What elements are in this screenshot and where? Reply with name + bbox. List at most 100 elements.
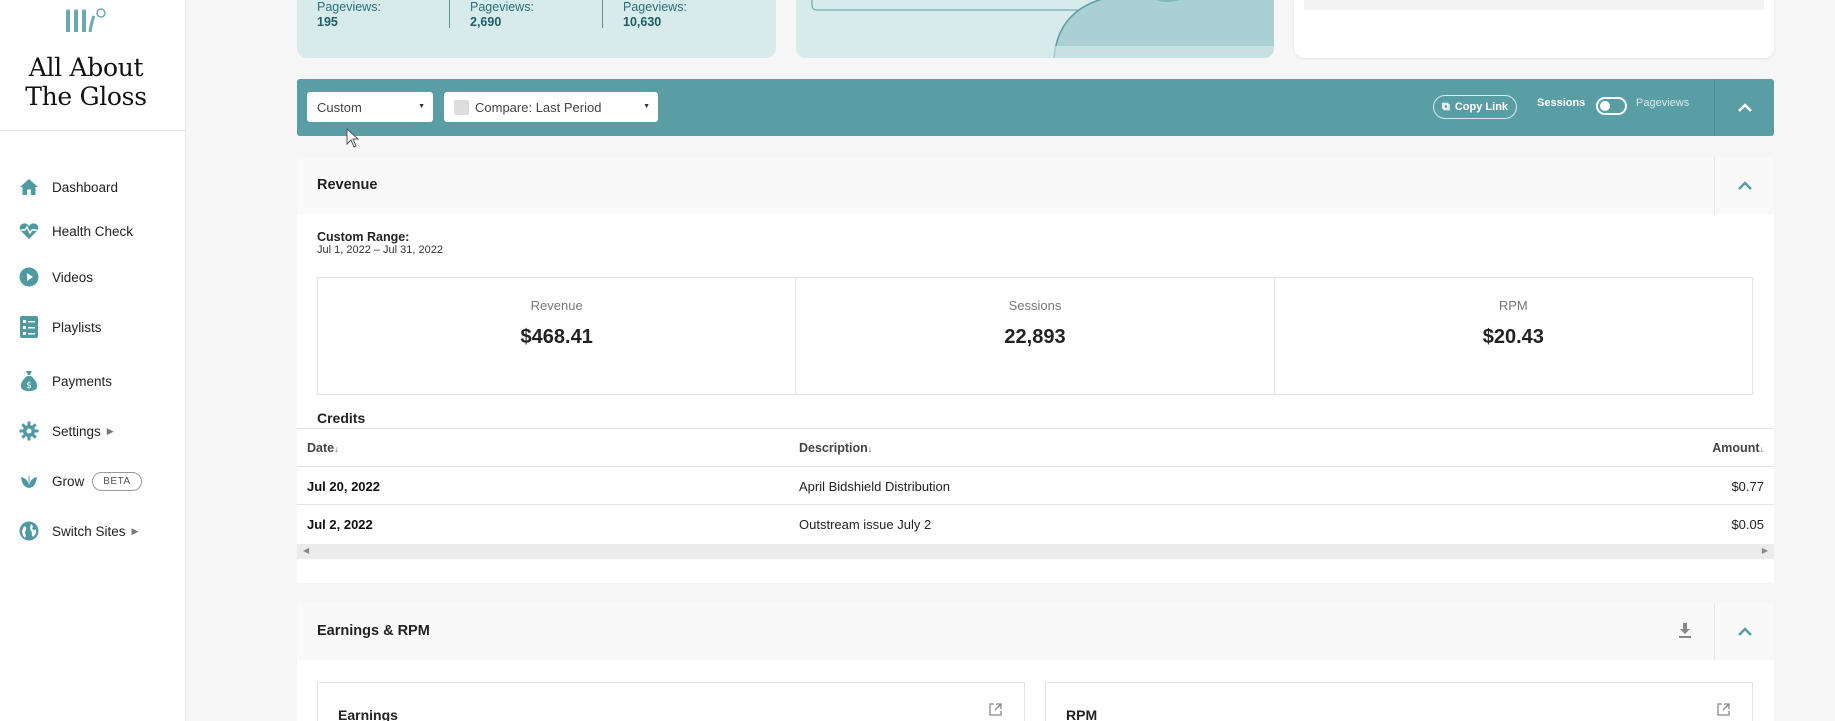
dropdown-arrow-icon: ▼ [643, 103, 650, 110]
cell-date: Jul 2, 2022 [307, 517, 373, 532]
table-row: Jul 2, 2022 Outstream issue July 2 $0.05 [297, 504, 1774, 542]
beta-badge: BETA [92, 471, 142, 491]
list-icon [18, 316, 40, 338]
column-header-amount[interactable]: Amount↓ [1712, 441, 1764, 455]
stat-value: 2,690 [470, 15, 502, 29]
caret-right-icon: ▶ [131, 525, 139, 536]
metric-value: 22,893 [1004, 326, 1066, 348]
card [1294, 0, 1774, 58]
logo-icon [66, 8, 106, 33]
horizontal-scrollbar[interactable]: ◀ ▶ [297, 544, 1774, 559]
caret-right-icon: ▶ [106, 425, 114, 436]
metric-value: $468.41 [520, 326, 593, 348]
metric-sessions: Sessions 22,893 [796, 278, 1275, 394]
compare-checkbox[interactable] [454, 99, 469, 115]
sidebar-item-payments[interactable]: $ Payments [18, 368, 112, 394]
sidebar-item-label: Playlists [52, 319, 102, 335]
cell-amount: $0.77 [1731, 479, 1764, 494]
sidebar-item-label: Settings [52, 423, 101, 439]
sessions-pageviews-toggle[interactable] [1596, 97, 1627, 115]
range-label: Custom Range: [317, 230, 410, 244]
metric-label: Revenue [530, 298, 583, 313]
download-icon[interactable] [1678, 623, 1692, 644]
column-header-description[interactable]: Description↓ [799, 441, 872, 455]
external-link-icon[interactable] [1717, 703, 1730, 721]
column-header-label: Amount [1712, 441, 1760, 455]
rpm-card: RPM [1045, 682, 1753, 721]
scroll-right-icon[interactable]: ▶ [1762, 546, 1768, 555]
mouse-cursor-icon [346, 128, 360, 148]
sidebar-item-label: Videos [52, 269, 94, 285]
stat-label: Pageviews: [623, 0, 687, 14]
sidebar-item-settings[interactable]: Settings ▶ [18, 418, 114, 444]
metric-value: $20.43 [1482, 326, 1544, 348]
select-value: Custom [317, 99, 362, 115]
sidebar-item-grow[interactable]: Grow BETA [18, 468, 142, 494]
compare-select[interactable]: Compare: Last Period ▼ [444, 92, 658, 122]
svg-text:$: $ [26, 381, 32, 391]
table-header-row: Date↓ Description↓ Amount↓ [297, 428, 1774, 466]
metric-revenue: Revenue $468.41 [318, 278, 797, 394]
credits-title: Credits [317, 410, 366, 426]
leaf-icon [18, 470, 40, 492]
toggle-label-sessions: Sessions [1537, 97, 1586, 109]
stat-value: 10,630 [623, 15, 662, 29]
cell-date: Jul 20, 2022 [307, 479, 380, 494]
heart-pulse-icon [18, 220, 40, 242]
sidebar-divider [0, 130, 186, 131]
sidebar-item-dashboard[interactable]: Dashboard [18, 174, 118, 200]
sidebar-item-playlists[interactable]: Playlists [18, 314, 102, 340]
collapse-toolbar-button[interactable] [1715, 79, 1774, 136]
sidebar-item-label: Health Check [52, 223, 134, 239]
column-header-date[interactable]: Date↓ [307, 441, 339, 455]
revenue-panel: Revenue Custom Range: Jul 1, 2022 – Jul … [297, 157, 1774, 583]
chart-card [796, 0, 1274, 58]
collapse-revenue-button[interactable] [1715, 157, 1774, 214]
earnings-card: Earnings [317, 682, 1025, 721]
play-circle-icon [18, 266, 40, 288]
card-placeholder [1304, 0, 1764, 10]
chevron-up-icon [1737, 180, 1752, 190]
range-value: Jul 1, 2022 – Jul 31, 2022 [317, 244, 443, 256]
filter-toolbar: Custom ▼ Compare: Last Period ▼ ⧉ Copy L… [297, 79, 1774, 136]
card-title: Earnings [338, 707, 398, 721]
gear-icon [18, 420, 40, 442]
sidebar-item-switch-sites[interactable]: Switch Sites ▶ [18, 518, 138, 544]
select-value: Compare: Last Period [475, 99, 602, 115]
cell-description: Outstream issue July 2 [799, 517, 932, 532]
sort-icon: ↓ [334, 444, 339, 454]
money-bag-icon: $ [18, 370, 40, 392]
sidebar-item-videos[interactable]: Videos [18, 264, 93, 290]
external-link-icon[interactable] [989, 703, 1002, 721]
toggle-label-pageviews: Pageviews [1636, 97, 1690, 109]
panel-title: Revenue [317, 177, 378, 193]
stat-label: Pageviews: [317, 0, 381, 14]
brand-line-2: The Gloss [25, 82, 147, 111]
sort-icon: ↓ [867, 444, 873, 454]
panel-header: Earnings & RPM [297, 603, 1774, 660]
sidebar: All About The Gloss Dashboard Health Che… [0, 0, 186, 721]
sidebar-item-health-check[interactable]: Health Check [18, 218, 133, 244]
sidebar-item-label: Payments [52, 373, 113, 389]
metrics-row: Revenue $468.41 Sessions 22,893 RPM $20.… [317, 277, 1753, 395]
stat-card: Pageviews: 195 Pageviews: 2,690 Pageview… [297, 0, 776, 58]
cell-description: April Bidshield Distribution [799, 479, 951, 494]
metric-label: Sessions [1008, 298, 1062, 313]
scroll-left-icon[interactable]: ◀ [303, 546, 309, 555]
chevron-up-icon [1737, 102, 1752, 112]
decorative-chart-graphic [796, 0, 1274, 58]
copy-link-button[interactable]: ⧉ Copy Link [1433, 95, 1518, 119]
panel-header: Revenue [297, 157, 1774, 214]
credits-table: Date↓ Description↓ Amount↓ Jul 20, 2022 … [297, 428, 1774, 542]
cell-amount: $0.05 [1731, 517, 1764, 532]
stat-divider [602, 0, 603, 28]
collapse-earnings-button[interactable] [1715, 603, 1774, 660]
dropdown-arrow-icon: ▼ [418, 103, 425, 110]
panel-title: Earnings & RPM [317, 623, 430, 639]
date-range-select[interactable]: Custom ▼ [307, 92, 433, 122]
earnings-panel: Earnings & RPM Earnings RPM [297, 603, 1774, 721]
toggle-knob [1600, 101, 1610, 111]
stat-pageviews-1: Pageviews: 195 [317, 0, 381, 30]
brand-name: All About The Gloss [0, 53, 172, 111]
stat-label: Pageviews: [470, 0, 534, 14]
